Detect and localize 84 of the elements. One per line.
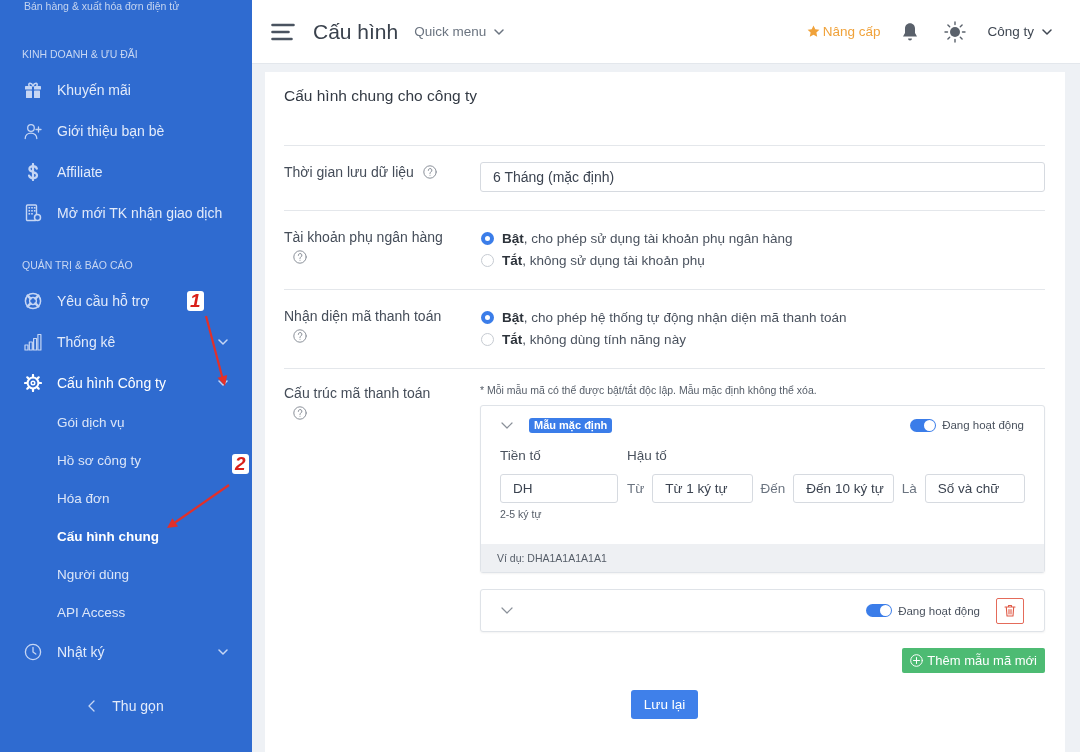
trash-icon bbox=[1004, 604, 1016, 617]
chevron-down-icon[interactable] bbox=[501, 607, 513, 614]
sidebar-item[interactable]: Mở mới TK nhận giao dịch bbox=[0, 192, 227, 233]
field-label: Tài khoản phụ ngân hàng bbox=[284, 228, 443, 247]
gear-icon bbox=[24, 373, 42, 392]
chevron-left-icon bbox=[88, 700, 96, 712]
field-label: Tiền tố bbox=[500, 449, 541, 463]
delete-button[interactable] bbox=[996, 597, 1024, 624]
sidebar-subitem[interactable]: Cấu hình chung bbox=[57, 517, 159, 555]
section-heading: QUẢN TRỊ & BÁO CÁO bbox=[22, 258, 133, 273]
suffix-input[interactable]: Đến 10 ký tự bbox=[793, 474, 894, 503]
prefix-input[interactable]: DH bbox=[500, 474, 618, 503]
card-title: Cấu hình chung cho công ty bbox=[284, 86, 478, 106]
bar-chart-icon bbox=[24, 332, 42, 351]
range-label: Đến bbox=[760, 481, 786, 496]
sidebar-item[interactable]: Thống kê bbox=[0, 321, 252, 362]
suffix-input[interactable]: Từ 1 ký tự bbox=[652, 474, 753, 503]
suffix-input[interactable]: Số và chữ bbox=[924, 474, 1025, 503]
add-template-button[interactable]: Thêm mẫu mã mới bbox=[902, 648, 1045, 673]
sidebar-subitem[interactable]: Người dùng bbox=[57, 555, 129, 593]
help-icon bbox=[293, 329, 307, 343]
sidebar-item[interactable]: Giới thiệu bạn bè bbox=[0, 110, 169, 151]
sidebar-item[interactable]: Nhật ký bbox=[0, 631, 252, 672]
page-title: Cấu hình bbox=[313, 19, 399, 44]
radio-label[interactable]: Bật, cho phép hệ thống tự động nhận diện mã thanh toán bbox=[502, 309, 847, 325]
star-icon bbox=[806, 25, 820, 38]
sidebar-item[interactable]: Khuyến mãi bbox=[0, 69, 135, 110]
annotation-number: 2 bbox=[232, 454, 249, 474]
building-icon bbox=[24, 203, 42, 222]
collapse-button[interactable]: Thu gọn bbox=[84, 686, 168, 726]
field-label: Hậu tố bbox=[627, 449, 667, 463]
chevron-down-icon[interactable] bbox=[501, 421, 513, 429]
radio-button[interactable] bbox=[481, 332, 494, 346]
range-label: Từ bbox=[627, 481, 645, 496]
default-badge: Mẫu mặc định bbox=[529, 417, 613, 433]
field-label: Thời gian lưu dữ liệu bbox=[284, 163, 414, 182]
sidebar-item[interactable]: Cấu hình Công ty bbox=[0, 362, 252, 403]
status-label: Đang hoạt động bbox=[942, 419, 1024, 431]
chevron-down-icon bbox=[218, 338, 228, 345]
sidebar-subitem[interactable]: Hóa đơn bbox=[57, 479, 110, 517]
sidebar-subitem[interactable]: API Access bbox=[57, 593, 126, 631]
radio-button[interactable] bbox=[481, 310, 494, 324]
example-text: Ví dụ: DHA1A1A1A1A1 bbox=[497, 552, 607, 564]
range-label: Là bbox=[901, 481, 917, 496]
bell-icon[interactable] bbox=[902, 21, 919, 42]
annotation-number: 1 bbox=[187, 291, 204, 311]
sidebar-tagline: Bán hàng & xuất hóa đơn điện tử bbox=[23, 0, 180, 12]
note-text: * Mỗi mẫu mã có thể được bật/tắt độc lập. Mẫu mặc định không thể xóa. bbox=[480, 383, 817, 397]
sidebar-subitem[interactable]: Hồ sơ công ty bbox=[57, 441, 141, 479]
sidebar-item[interactable]: Yêu cầu hỗ trợ bbox=[0, 280, 154, 321]
quick-menu-button[interactable]: Quick menu bbox=[414, 24, 505, 39]
annotation-arrow bbox=[204, 315, 228, 386]
radio-label[interactable]: Bật, cho phép sử dụng tài khoản phụ ngân hàng bbox=[502, 230, 793, 246]
gift-icon bbox=[24, 80, 42, 99]
help-icon bbox=[293, 406, 307, 420]
chevron-down-icon bbox=[494, 28, 505, 35]
toggle-switch[interactable] bbox=[866, 604, 893, 617]
lifebuoy-icon bbox=[24, 291, 42, 310]
company-menu-button[interactable]: Công ty bbox=[987, 24, 1052, 39]
retention-input[interactable]: 6 Tháng (mặc định) bbox=[480, 162, 1045, 192]
radio-button[interactable] bbox=[481, 253, 494, 267]
clock-icon bbox=[24, 642, 42, 661]
radio-label[interactable]: Tắt, không dùng tính năng này bbox=[502, 331, 686, 347]
sidebar-subitem[interactable]: Gói dịch vụ bbox=[57, 403, 125, 441]
hint-text: 2-5 ký tự bbox=[500, 508, 542, 520]
field-label: Nhận diện mã thanh toán bbox=[284, 307, 442, 326]
status-label: Đang hoạt động bbox=[898, 604, 980, 617]
toggle-switch[interactable] bbox=[910, 418, 937, 432]
field-label: Cấu trúc mã thanh toán bbox=[284, 384, 431, 403]
menu-icon[interactable] bbox=[271, 22, 295, 41]
annotation-arrow bbox=[167, 484, 230, 528]
sun-icon[interactable] bbox=[944, 20, 967, 43]
help-icon bbox=[422, 165, 437, 179]
section-heading: KINH DOANH & ƯU ĐÃI bbox=[22, 47, 138, 62]
radio-button[interactable] bbox=[481, 231, 494, 245]
sidebar-item[interactable]: Affiliate bbox=[0, 151, 107, 192]
user-plus-icon bbox=[24, 121, 42, 140]
chevron-down-icon bbox=[1042, 28, 1052, 35]
save-button[interactable]: Lưu lại bbox=[630, 690, 699, 719]
radio-label[interactable]: Tắt, không sử dụng tài khoản phụ bbox=[502, 252, 705, 268]
chevron-down-icon bbox=[218, 379, 228, 386]
plus-circle-icon bbox=[910, 654, 924, 667]
chevron-down-icon bbox=[218, 648, 228, 655]
help-icon bbox=[293, 250, 307, 264]
